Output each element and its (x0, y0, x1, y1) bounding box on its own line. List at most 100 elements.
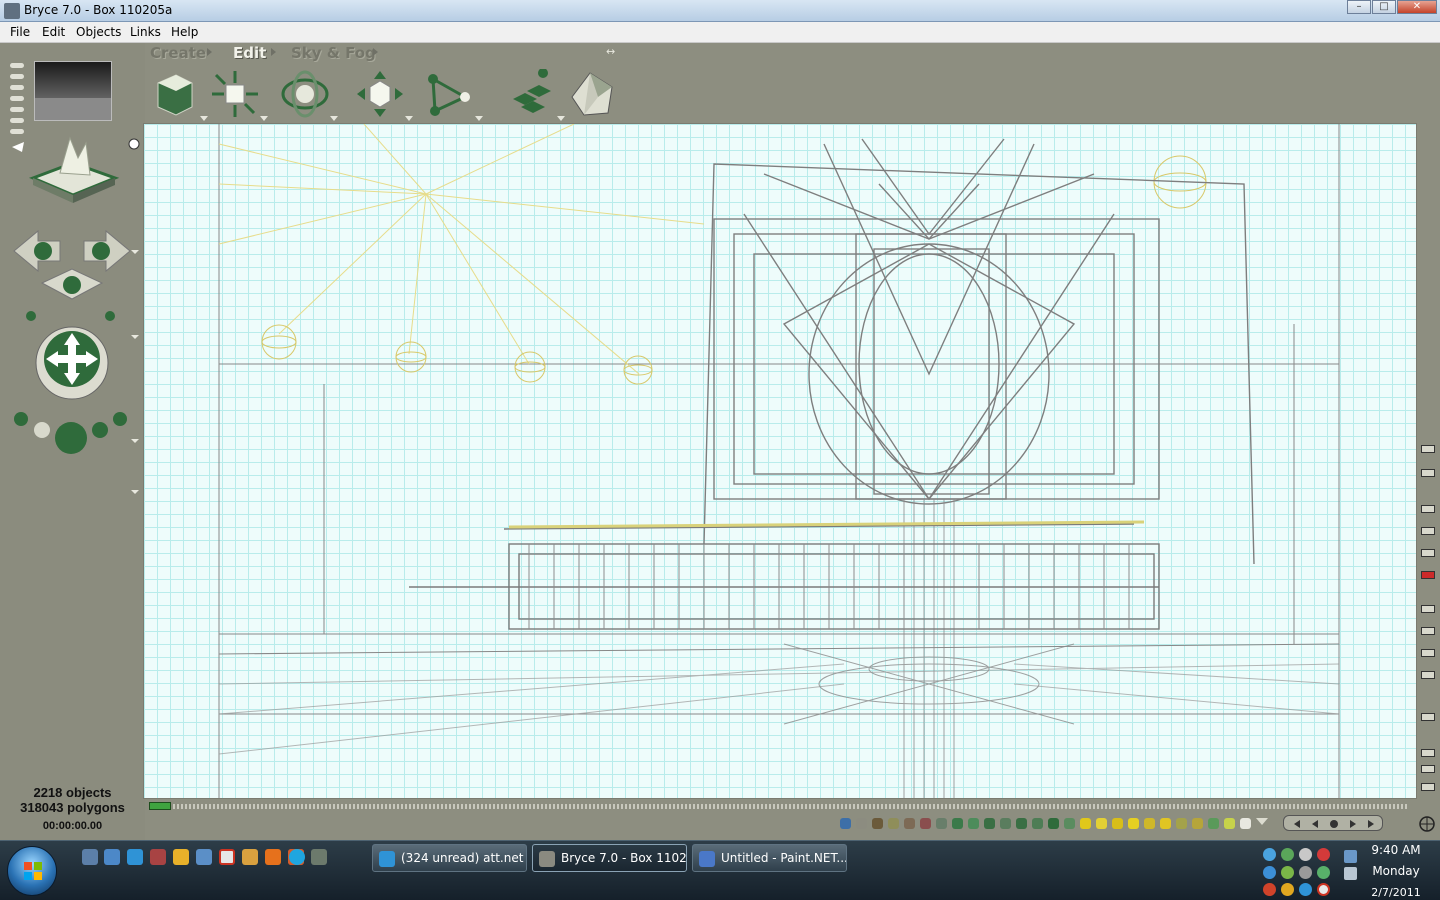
nano-preview[interactable] (34, 61, 112, 121)
trackball-icon[interactable] (35, 326, 109, 400)
library-item[interactable] (920, 818, 931, 829)
gmail-icon[interactable] (219, 849, 235, 865)
tray-network-icon[interactable] (1263, 848, 1276, 861)
step-back-icon[interactable] (1312, 820, 1318, 828)
tray-app-icon[interactable] (1281, 848, 1294, 861)
window-icon[interactable] (196, 849, 212, 865)
pan-hand-icon[interactable] (1421, 783, 1435, 791)
library-item[interactable] (1032, 818, 1043, 829)
desktop-icon[interactable] (82, 849, 98, 865)
start-button[interactable] (7, 846, 57, 896)
timeline-track[interactable] (149, 804, 1409, 809)
tray-app-icon[interactable] (1263, 883, 1276, 896)
library-item[interactable] (1048, 818, 1059, 829)
taskbar-button-bryce[interactable]: Bryce 7.0 - Box 1102... (532, 844, 687, 872)
skype-icon[interactable] (289, 849, 305, 865)
library-item[interactable] (1016, 818, 1027, 829)
view-control-icon[interactable] (28, 136, 120, 203)
library-item[interactable] (872, 818, 883, 829)
menu-objects[interactable]: Objects (76, 25, 121, 39)
bryce-icon[interactable] (311, 849, 327, 865)
eraser-icon[interactable] (1421, 469, 1435, 477)
library-item[interactable] (936, 818, 947, 829)
terrain-tool[interactable] (568, 69, 618, 119)
clock-time[interactable]: 9:40 AM (1366, 843, 1426, 857)
library-item[interactable] (1000, 818, 1011, 829)
cube-view-icon[interactable] (1421, 713, 1435, 721)
media-icon[interactable] (150, 849, 166, 865)
tray-alert-icon[interactable] (1317, 848, 1330, 861)
tray-app-icon[interactable] (1281, 866, 1294, 879)
tray-app-icon[interactable] (1263, 866, 1276, 879)
firefox-icon[interactable] (265, 849, 281, 865)
resize-handle-icon[interactable]: ↔ (606, 45, 615, 58)
tab-create[interactable]: Create (150, 44, 206, 62)
tray-app-icon[interactable] (1299, 848, 1312, 861)
display-mode-icon[interactable] (1421, 671, 1435, 679)
reposition-tool[interactable] (355, 69, 413, 121)
tray-app-icon[interactable] (1281, 883, 1294, 896)
library-item[interactable] (888, 818, 899, 829)
library-item[interactable] (1160, 818, 1171, 829)
camera-pan-arrows-icon[interactable] (13, 229, 131, 321)
grouping-tool[interactable] (507, 68, 565, 121)
library-item[interactable] (1128, 818, 1139, 829)
timeline-scrubber[interactable] (149, 802, 171, 810)
material-editor-tool[interactable] (150, 69, 208, 121)
rotate-tool[interactable] (280, 69, 338, 121)
zoom-out-icon[interactable] (1421, 765, 1435, 773)
depth-cue-icon[interactable] (1421, 605, 1435, 613)
world-options-icon[interactable] (1418, 815, 1436, 833)
library-item[interactable] (1080, 818, 1091, 829)
window-titlebar[interactable]: Bryce 7.0 - Box 110205a – □ ✕ (0, 0, 1440, 22)
record-key-icon[interactable] (1330, 820, 1338, 828)
book-icon[interactable] (242, 849, 258, 865)
library-item[interactable] (1208, 818, 1219, 829)
wireframe-viewport[interactable] (143, 123, 1417, 799)
close-button[interactable]: ✕ (1397, 0, 1437, 14)
taskbar-button-paintnet[interactable]: Untitled - Paint.NET... (692, 844, 847, 872)
library-dropdown-icon[interactable] (1256, 818, 1268, 828)
library-item[interactable] (856, 818, 867, 829)
menu-links[interactable]: Links (130, 25, 161, 39)
library-item[interactable] (1144, 818, 1155, 829)
grid-toggle-icon[interactable] (1421, 649, 1435, 657)
maximize-button[interactable]: □ (1372, 0, 1396, 14)
horizon-icon[interactable] (1421, 627, 1435, 635)
explorer-icon[interactable] (104, 849, 120, 865)
edit-terrain-tool[interactable] (425, 69, 483, 121)
object-library-strip[interactable] (836, 815, 1268, 833)
texture-mode-icon[interactable] (1421, 527, 1435, 535)
internet-explorer-icon[interactable] (127, 849, 143, 865)
menu-help[interactable]: Help (171, 25, 198, 39)
tab-edit[interactable]: Edit (233, 44, 266, 62)
library-item[interactable] (904, 818, 915, 829)
tray-app-icon[interactable] (1299, 866, 1312, 879)
volume-icon[interactable] (1344, 867, 1357, 880)
tray-app-icon[interactable] (1299, 883, 1312, 896)
menu-edit[interactable]: Edit (42, 25, 65, 39)
resize-tool[interactable] (210, 69, 268, 121)
library-item[interactable] (1064, 818, 1075, 829)
library-item[interactable] (1224, 818, 1235, 829)
zoom-in-icon[interactable] (1421, 749, 1435, 757)
library-item[interactable] (952, 818, 963, 829)
network-icon[interactable] (1344, 850, 1357, 863)
library-item[interactable] (1192, 818, 1203, 829)
play-icon[interactable] (1350, 820, 1356, 828)
library-item[interactable] (968, 818, 979, 829)
camera-preset-dots-icon[interactable] (14, 412, 127, 454)
scene-view-menu-icon[interactable] (10, 63, 24, 143)
library-item[interactable] (1112, 818, 1123, 829)
menu-file[interactable]: File (10, 25, 30, 39)
tab-sky-fog[interactable]: Sky & Fog (291, 44, 376, 62)
taskbar-button-email[interactable]: (324 unread) att.net ... (372, 844, 527, 872)
go-to-end-icon[interactable] (1368, 820, 1374, 828)
shadow-mode-icon[interactable] (1421, 549, 1435, 557)
tray-app-icon[interactable] (1317, 866, 1330, 879)
library-item[interactable] (1240, 818, 1251, 829)
tray-gmail-icon[interactable] (1317, 883, 1330, 896)
animation-timeline[interactable] (145, 799, 1417, 813)
library-item[interactable] (1096, 818, 1107, 829)
folder-icon[interactable] (173, 849, 189, 865)
